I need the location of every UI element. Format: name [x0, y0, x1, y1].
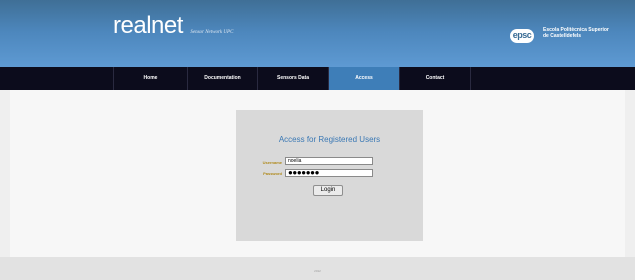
school-logo-text: epsc [512, 30, 532, 40]
site-header: realnet Sensor Network UPC epsc Escola P… [0, 0, 635, 67]
site-brand[interactable]: realnet Sensor Network UPC [113, 12, 233, 40]
username-input[interactable]: noelia [285, 157, 373, 165]
username-label: Username [262, 160, 282, 165]
nav-item-contact[interactable]: Contact [400, 67, 471, 90]
nav-item-access[interactable]: Access [329, 67, 400, 90]
password-label: Password [263, 171, 282, 176]
nav-item-home[interactable]: Home [114, 67, 188, 90]
brand-name: realnet [113, 12, 183, 39]
nav-item-sensors-data[interactable]: Sensors Data [258, 67, 329, 90]
school-name-line2: de Castelldefels [543, 33, 582, 39]
main-navigation: Home Documentation Sensors Data Access C… [0, 67, 635, 90]
nav-item-documentation[interactable]: Documentation [188, 67, 258, 90]
school-name: Escola Politècnica Superior de Castellde… [543, 27, 635, 39]
login-button[interactable]: Login [313, 185, 343, 196]
school-logo-icon[interactable]: epsc [510, 29, 534, 43]
password-input[interactable]: ●●●●●●● [285, 169, 373, 177]
footer-text: 2012 [314, 269, 321, 273]
brand-tagline: Sensor Network UPC [190, 30, 234, 35]
login-panel: Access for Registered Users Username noe… [236, 110, 423, 241]
site-footer: 2012 [0, 257, 635, 280]
login-title: Access for Registered Users [278, 135, 381, 144]
